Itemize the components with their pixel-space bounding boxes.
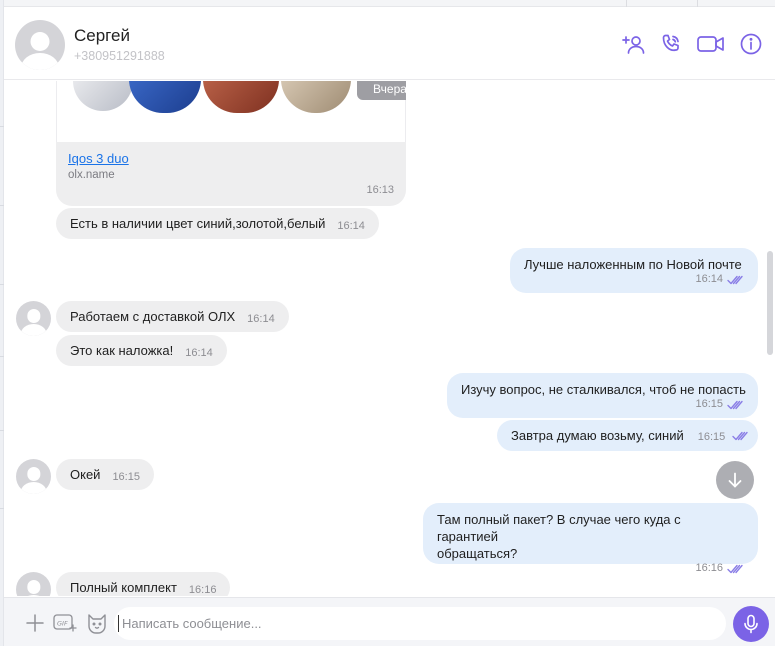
incoming-message[interactable]: Это как наложка! 16:14: [56, 335, 227, 366]
chat-header: Сергей +380951291888: [4, 7, 775, 80]
message-composer: GIF: [4, 597, 775, 646]
date-separator: Вчера: [357, 81, 406, 100]
product-image: [56, 81, 406, 142]
outgoing-message[interactable]: Изучу вопрос, не сталкивался, чтоб не по…: [447, 373, 758, 418]
read-checkmarks-icon: [727, 564, 743, 573]
header-actions: [622, 32, 763, 56]
read-checkmarks-icon: [727, 275, 743, 284]
window-top-strip: [4, 0, 775, 7]
contact-phone: +380951291888: [74, 49, 165, 63]
message-time: 16:14: [247, 313, 275, 325]
incoming-message[interactable]: Есть в наличии цвет синий,золотой,белый 1…: [56, 208, 379, 239]
message-text: Завтра думаю возьму, синий: [511, 428, 684, 443]
sender-avatar[interactable]: [16, 301, 51, 336]
outgoing-message[interactable]: Лучше наложенным по Новой почте 16:14: [510, 248, 758, 293]
add-contact-icon[interactable]: [622, 32, 646, 56]
text-caret: [118, 615, 119, 632]
message-time: 16:14: [695, 273, 723, 285]
video-call-icon[interactable]: [696, 32, 726, 56]
info-icon[interactable]: [739, 32, 763, 56]
incoming-message[interactable]: Работаем с доставкой ОЛХ 16:14: [56, 301, 289, 332]
message-text: Окей: [70, 467, 101, 482]
contact-avatar[interactable]: [15, 20, 65, 70]
message-list[interactable]: Вчера Iqos 3 duo olx.name 16:13 Есть в н…: [4, 81, 775, 596]
message-input[interactable]: [114, 607, 726, 640]
message-time: 16:15: [697, 431, 726, 443]
message-text: Есть в наличии цвет синий,золотой,белый: [70, 216, 326, 231]
link-host: olx.name: [68, 169, 115, 181]
sticker-icon[interactable]: [85, 611, 109, 635]
message-time: 16:16: [188, 584, 217, 596]
call-icon[interactable]: [659, 32, 683, 56]
voice-message-button[interactable]: [733, 606, 769, 642]
incoming-message[interactable]: Полный комплект 16:16: [56, 572, 231, 596]
message-time: 16:13: [366, 184, 394, 196]
microphone-icon: [744, 614, 758, 634]
read-checkmarks-icon: [727, 400, 743, 409]
link-preview-card[interactable]: Вчера Iqos 3 duo olx.name 16:13: [56, 81, 406, 206]
chat-scrollbar[interactable]: [767, 251, 773, 355]
message-text: Полный комплект: [70, 580, 177, 595]
message-time: 16:14: [185, 347, 213, 359]
message-text: Это как наложка!: [70, 343, 174, 358]
gif-icon[interactable]: GIF: [53, 613, 77, 633]
scroll-to-bottom-button[interactable]: [716, 461, 754, 499]
message-time: 16:15: [112, 471, 140, 483]
incoming-message[interactable]: Окей 16:15: [56, 459, 154, 490]
message-text: Работаем с доставкой ОЛХ: [70, 309, 236, 324]
arrow-down-icon: [728, 472, 742, 488]
message-time: 16:16: [695, 562, 723, 574]
contact-name[interactable]: Сергей: [74, 26, 130, 46]
outgoing-message[interactable]: Там полный пакет? В случае чего куда с г…: [423, 503, 758, 574]
message-text: Там полный пакет? В случае чего куда с г…: [437, 512, 681, 544]
read-checkmarks-icon: [732, 431, 748, 441]
sender-avatar[interactable]: [16, 459, 51, 494]
sender-avatar[interactable]: [16, 572, 51, 596]
outgoing-message[interactable]: Завтра думаю возьму, синий 16:15: [497, 420, 758, 451]
message-time: 16:14: [337, 220, 365, 232]
link-title[interactable]: Iqos 3 duo: [68, 151, 129, 166]
message-time: 16:15: [695, 398, 723, 410]
svg-text:GIF: GIF: [57, 620, 68, 628]
plus-icon[interactable]: [24, 612, 46, 634]
